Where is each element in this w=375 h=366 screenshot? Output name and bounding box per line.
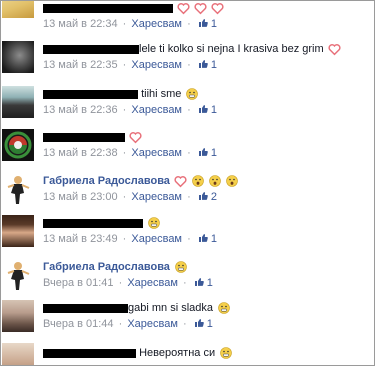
thumbs-up-icon (194, 278, 204, 286)
separator: · (122, 18, 127, 30)
redacted-author (43, 218, 143, 228)
like-button[interactable]: Харесвам (131, 147, 182, 159)
like-button[interactable]: Харесвам (127, 277, 178, 289)
separator: · (118, 277, 123, 289)
comment-timestamp[interactable]: 13 май в 22:35 (43, 59, 118, 71)
heart-icon (174, 175, 187, 188)
comment-timestamp[interactable]: 13 май в 23:00 (43, 191, 118, 203)
grimace-emoji-icon (148, 217, 160, 229)
separator: · (187, 233, 191, 245)
avatar[interactable] (2, 129, 34, 161)
like-count[interactable]: 1 (211, 147, 217, 159)
like-button[interactable]: Харесвам (131, 104, 182, 116)
comment-author[interactable]: Габриела Радославова (43, 261, 170, 273)
separator: · (183, 277, 187, 289)
heart-icon (129, 131, 142, 144)
thumbs-up-icon (198, 60, 208, 68)
avatar[interactable] (2, 343, 34, 365)
surprised-emoji-icon (226, 175, 238, 187)
avatar[interactable] (2, 173, 34, 205)
grimace-emoji-icon (175, 261, 187, 273)
grimace-emoji-icon (220, 347, 232, 359)
like-count[interactable]: 1 (211, 104, 217, 116)
avatar[interactable] (2, 1, 34, 18)
comment-timestamp[interactable]: 13 май в 23:49 (43, 233, 118, 245)
like-count[interactable]: 1 (207, 318, 213, 330)
comment-timestamp[interactable]: Вчера в 01:44 (43, 318, 114, 330)
thumbs-up-icon (198, 105, 208, 113)
separator: · (122, 104, 127, 116)
like-count[interactable]: 1 (211, 18, 217, 30)
separator: · (187, 104, 191, 116)
like-count[interactable]: 1 (211, 59, 217, 71)
avatar[interactable] (2, 215, 34, 247)
comments-panel: 13 май в 22:34 · Харесвам · 1 lele ti ko… (0, 0, 375, 366)
heart-icon (177, 2, 190, 15)
separator: · (122, 59, 127, 71)
comment-timestamp[interactable]: 13 май в 22:38 (43, 147, 118, 159)
thumbs-up-icon (198, 19, 208, 27)
like-button[interactable]: Харесвам (131, 59, 182, 71)
like-button[interactable]: Харесвам (131, 18, 182, 30)
comment-text: lele ti kolko si nejna I krasiva bez gri… (139, 43, 324, 55)
separator: · (118, 318, 123, 330)
separator: · (122, 233, 127, 245)
separator: · (187, 147, 191, 159)
thumbs-up-icon (194, 319, 204, 327)
like-count[interactable]: 1 (211, 233, 217, 245)
separator: · (187, 18, 191, 30)
grimace-emoji-icon (186, 88, 199, 100)
comment-text: gabi mn si sladka (128, 302, 213, 314)
redacted-author (43, 44, 139, 54)
separator: · (183, 318, 187, 330)
avatar[interactable] (2, 41, 34, 73)
separator: · (187, 59, 191, 71)
heart-icon (194, 2, 207, 15)
like-count[interactable]: 2 (211, 191, 217, 203)
thumbs-up-icon (198, 148, 208, 156)
thumbs-up-icon (198, 192, 208, 200)
comment-timestamp[interactable]: Вчера в 01:41 (43, 277, 114, 289)
thumbs-up-icon (198, 234, 208, 242)
avatar[interactable] (2, 86, 34, 118)
like-count[interactable]: 1 (207, 277, 213, 289)
redacted-author (43, 3, 173, 13)
comment-timestamp[interactable]: 13 май в 22:36 (43, 104, 118, 116)
surprised-emoji-icon (209, 175, 221, 187)
redacted-author (43, 89, 138, 99)
separator: · (187, 191, 191, 203)
separator: · (122, 191, 127, 203)
grimace-emoji-icon (218, 302, 230, 314)
surprised-emoji-icon (192, 175, 204, 187)
avatar[interactable] (2, 259, 34, 291)
separator: · (122, 147, 127, 159)
heart-icon (328, 43, 341, 56)
team-logo-icon (4, 131, 32, 159)
comment-text: Невероятна си (139, 347, 216, 359)
comment-author[interactable]: Габриела Радославова (43, 175, 170, 187)
redacted-author (43, 303, 128, 313)
profile-photo-icon (7, 176, 30, 204)
redacted-author (43, 132, 125, 142)
heart-icon (211, 2, 224, 15)
profile-photo-icon (7, 262, 30, 290)
like-button[interactable]: Харесвам (131, 233, 182, 245)
avatar[interactable] (2, 300, 34, 332)
redacted-author (43, 348, 136, 358)
like-button[interactable]: Харесвам (131, 191, 182, 203)
like-button[interactable]: Харесвам (127, 318, 178, 330)
comment-text: tiihi sme (141, 88, 182, 100)
comment-timestamp[interactable]: 13 май в 22:34 (43, 18, 118, 30)
